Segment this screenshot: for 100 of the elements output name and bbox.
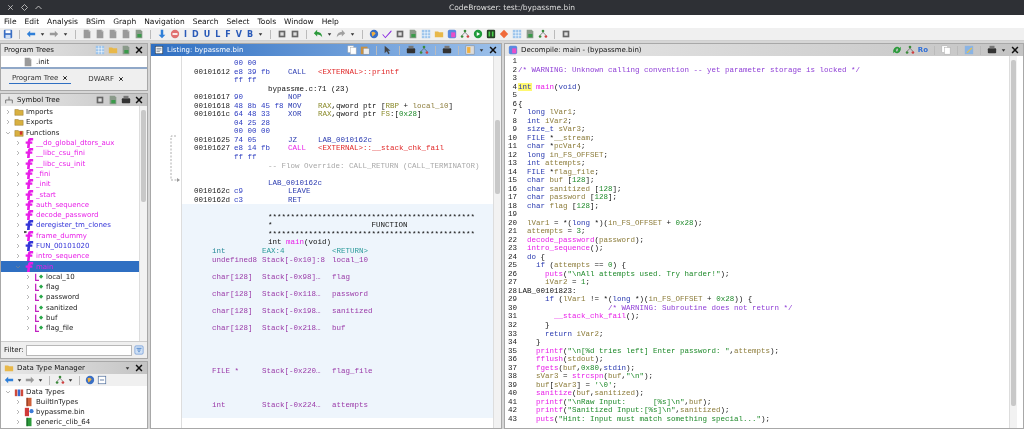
- chevron-icon[interactable]: [14, 221, 22, 230]
- chevron-icon[interactable]: [14, 398, 22, 406]
- document-icon[interactable]: [134, 29, 144, 39]
- close-icon[interactable]: [134, 45, 144, 55]
- chevron-icon[interactable]: [14, 169, 22, 178]
- window-close-icon[interactable]: [6, 3, 15, 12]
- back-arrow-icon[interactable]: [4, 375, 14, 385]
- terminal-icon[interactable]: [486, 29, 496, 39]
- close-icon[interactable]: [134, 363, 144, 373]
- caret-icon[interactable]: [37, 376, 44, 384]
- forward-arrow-icon[interactable]: [49, 29, 59, 39]
- document-icon[interactable]: [108, 29, 118, 39]
- paste-icon[interactable]: [360, 45, 370, 55]
- chevron-icon[interactable]: [14, 418, 22, 426]
- decompiler-icon[interactable]: [447, 29, 457, 39]
- grid-icon[interactable]: [512, 29, 522, 39]
- window-menu-icon[interactable]: [34, 3, 43, 12]
- caret-icon[interactable]: [67, 376, 74, 384]
- chevron-icon[interactable]: [14, 139, 22, 148]
- chevron-icon[interactable]: [4, 388, 12, 396]
- down-arrow-icon[interactable]: [157, 29, 167, 39]
- chevron-icon[interactable]: [14, 252, 22, 261]
- grid-icon[interactable]: [95, 45, 105, 55]
- window-diamond-icon[interactable]: [20, 3, 29, 12]
- close-tab-icon[interactable]: [62, 75, 69, 81]
- forward-arrow-icon[interactable]: [25, 375, 35, 385]
- book-icon: [24, 397, 34, 407]
- scrollbar[interactable]: [493, 56, 501, 428]
- chevron-icon[interactable]: [14, 180, 22, 189]
- printer-icon[interactable]: [442, 45, 452, 55]
- printer-icon[interactable]: [987, 45, 997, 55]
- chevron-icon[interactable]: [14, 211, 22, 220]
- redo-icon[interactable]: [336, 29, 346, 39]
- close-icon[interactable]: [134, 95, 144, 105]
- chevron-icon[interactable]: [24, 314, 32, 323]
- close-tab-icon[interactable]: [117, 75, 124, 82]
- caret-icon[interactable]: [326, 30, 333, 38]
- toolbar-button[interactable]: D: [191, 29, 200, 39]
- close-icon[interactable]: [1010, 45, 1020, 55]
- printer-icon[interactable]: [121, 95, 131, 105]
- scrollbar[interactable]: [139, 106, 147, 341]
- caret-icon[interactable]: [349, 30, 356, 38]
- caret-icon[interactable]: [16, 376, 23, 384]
- chevron-icon[interactable]: [24, 324, 32, 333]
- printer-icon[interactable]: [406, 45, 416, 55]
- chevron-icon[interactable]: [24, 272, 32, 281]
- scrollbar[interactable]: [1009, 56, 1017, 428]
- filter-options-icon[interactable]: [134, 345, 144, 355]
- globe-icon[interactable]: [369, 29, 379, 39]
- chevron-icon[interactable]: [14, 149, 22, 158]
- graph-icon[interactable]: [55, 375, 65, 385]
- document-icon[interactable]: [408, 29, 418, 39]
- folder-icon: [14, 117, 24, 128]
- toolbar-button[interactable]: U: [202, 29, 212, 39]
- document-icon[interactable]: [95, 29, 105, 39]
- document-icon[interactable]: [121, 29, 131, 39]
- back-arrow-icon[interactable]: [26, 29, 36, 39]
- copy-icon[interactable]: [347, 45, 357, 55]
- chevron-icon[interactable]: [4, 118, 12, 127]
- collapse-icon[interactable]: [97, 375, 107, 385]
- chevron-icon[interactable]: [4, 108, 12, 117]
- chevron-icon[interactable]: [24, 283, 32, 292]
- copy-icon[interactable]: [941, 45, 951, 55]
- data-types-icon: [14, 387, 24, 397]
- graph-icon[interactable]: [538, 29, 548, 39]
- chevron-icon[interactable]: [14, 242, 22, 250]
- document-icon[interactable]: [82, 29, 92, 39]
- toolbar-button[interactable]: I: [183, 29, 188, 39]
- chevron-icon[interactable]: [14, 159, 22, 168]
- graph-icon[interactable]: [460, 29, 470, 39]
- caret-icon[interactable]: [124, 364, 131, 372]
- chevron-icon[interactable]: [24, 293, 32, 302]
- program-book-icon: [24, 407, 34, 417]
- caret-icon[interactable]: [478, 46, 485, 54]
- chevron-icon[interactable]: [14, 408, 22, 416]
- layout-icon[interactable]: [465, 45, 475, 55]
- chevron-icon[interactable]: [14, 190, 22, 199]
- grid-icon[interactable]: [421, 29, 431, 39]
- stop-icon[interactable]: [170, 29, 180, 39]
- toolbar-button[interactable]: F: [224, 29, 232, 39]
- chevron-icon[interactable]: [14, 200, 22, 209]
- filter-field[interactable]: [25, 344, 132, 356]
- listing-icon: [154, 45, 164, 55]
- undo-icon[interactable]: [313, 29, 323, 39]
- toolbar-button[interactable]: B: [245, 29, 254, 39]
- document-icon[interactable]: [525, 29, 535, 39]
- save-icon[interactable]: [3, 29, 13, 39]
- caret-icon[interactable]: [257, 30, 264, 38]
- chevron-icon[interactable]: [14, 231, 22, 240]
- toolbar-button[interactable]: L: [214, 29, 222, 39]
- local-variable-icon: [34, 282, 44, 293]
- cursor-icon[interactable]: [383, 45, 393, 55]
- caret-icon[interactable]: [39, 30, 46, 38]
- toolbar-button[interactable]: V: [234, 29, 243, 39]
- close-icon[interactable]: [488, 45, 498, 55]
- caret-icon[interactable]: [62, 30, 69, 38]
- caret-icon[interactable]: [1000, 46, 1007, 54]
- chevron-icon[interactable]: [24, 303, 32, 312]
- graph-icon[interactable]: [904, 45, 915, 55]
- globe-icon[interactable]: [85, 375, 95, 385]
